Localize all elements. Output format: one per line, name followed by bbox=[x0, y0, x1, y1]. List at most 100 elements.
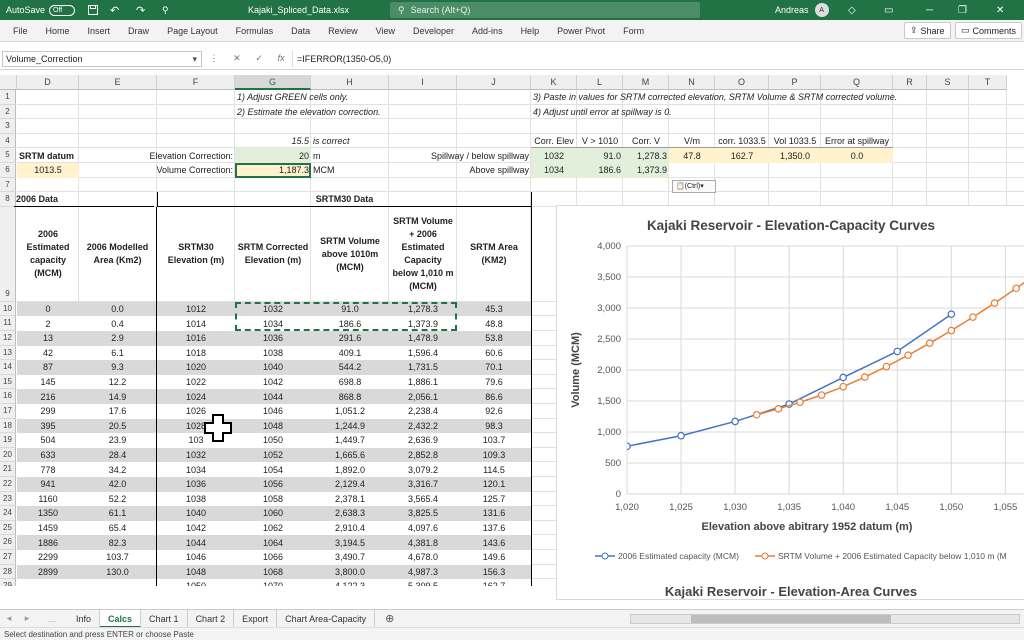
table-cell[interactable]: 3,316.7 bbox=[389, 477, 457, 492]
table-cell[interactable]: 0.0 bbox=[79, 301, 157, 317]
table-cell[interactable]: 409.1 bbox=[311, 345, 389, 361]
table-cell[interactable]: 1060 bbox=[235, 506, 311, 521]
column-header-k[interactable]: K bbox=[531, 75, 577, 90]
table-cell[interactable]: 0.4 bbox=[79, 316, 157, 331]
share-button[interactable]: ⇪ Share bbox=[904, 22, 951, 39]
table-cell[interactable]: 4,678.0 bbox=[389, 550, 457, 565]
spill-row2-cell[interactable]: 1,373.9 bbox=[623, 163, 669, 178]
table-cell[interactable]: 109.3 bbox=[457, 447, 531, 463]
column-header-d[interactable]: D bbox=[17, 75, 79, 90]
table-cell[interactable]: 4,097.6 bbox=[389, 520, 457, 536]
diamond-icon[interactable]: ◇ bbox=[848, 0, 856, 20]
table-cell[interactable]: 52.2 bbox=[79, 491, 157, 507]
row-header-19[interactable]: 19 bbox=[0, 433, 16, 448]
table-cell[interactable]: 1160 bbox=[17, 491, 79, 507]
table-cell[interactable]: 2899 bbox=[17, 564, 79, 580]
table-cell[interactable]: 1012 bbox=[157, 301, 235, 317]
column-header-q[interactable]: Q bbox=[821, 75, 893, 90]
table-cell[interactable]: 17.6 bbox=[79, 404, 157, 419]
table-cell[interactable]: 120.1 bbox=[457, 477, 531, 492]
table-cell[interactable]: 1,886.1 bbox=[389, 374, 457, 390]
minimize-icon[interactable]: ─ bbox=[926, 0, 933, 20]
spill-row1-cell[interactable]: 1032 bbox=[531, 148, 577, 163]
table-cell[interactable]: 6.1 bbox=[79, 345, 157, 361]
table-cell[interactable]: 1,731.5 bbox=[389, 360, 457, 375]
elevation-correction-input[interactable]: 20 bbox=[235, 148, 311, 163]
account[interactable]: Andreas A bbox=[775, 0, 829, 20]
save-icon[interactable] bbox=[88, 0, 98, 20]
table-cell[interactable]: 1459 bbox=[17, 520, 79, 536]
table-cell[interactable]: 1068 bbox=[235, 564, 311, 580]
table-cell[interactable]: 65.4 bbox=[79, 520, 157, 536]
row-header-26[interactable]: 26 bbox=[0, 535, 16, 550]
row-header-14[interactable]: 14 bbox=[0, 360, 16, 375]
column-header-t[interactable]: T bbox=[969, 75, 1007, 90]
table-cell[interactable]: 1350 bbox=[17, 506, 79, 521]
table-cell[interactable]: 1070 bbox=[235, 579, 311, 586]
table-cell[interactable]: 137.6 bbox=[457, 520, 531, 536]
column-header-h[interactable]: H bbox=[311, 75, 389, 90]
spill-row1-cell[interactable]: 162.7 bbox=[715, 148, 769, 163]
tab-formulas[interactable]: Formulas bbox=[227, 26, 283, 36]
row-header-1[interactable]: 1 bbox=[0, 90, 16, 105]
table-cell[interactable]: 1066 bbox=[235, 550, 311, 565]
column-header-l[interactable]: L bbox=[577, 75, 623, 90]
scroll-thumb[interactable] bbox=[691, 615, 891, 623]
table-cell[interactable]: 28.4 bbox=[79, 447, 157, 463]
table-cell[interactable]: 1024 bbox=[157, 389, 235, 404]
column-header-o[interactable]: O bbox=[715, 75, 769, 90]
horizontal-scrollbar[interactable] bbox=[630, 614, 1020, 624]
table-cell[interactable]: 1,478.9 bbox=[389, 331, 457, 346]
table-cell[interactable]: 2299 bbox=[17, 550, 79, 565]
table-cell[interactable]: 1048 bbox=[157, 564, 235, 580]
table-cell[interactable]: 2,638.3 bbox=[311, 506, 389, 521]
spill-row2-cell[interactable] bbox=[821, 163, 893, 178]
table-cell[interactable]: 1,051.2 bbox=[311, 404, 389, 419]
tab-help[interactable]: Help bbox=[512, 26, 549, 36]
table-cell[interactable]: 4,122.3 bbox=[311, 579, 389, 586]
sheet-tab-chart-area-capacity[interactable]: Chart Area-Capacity bbox=[277, 609, 376, 628]
tab-developer[interactable]: Developer bbox=[404, 26, 463, 36]
column-header-e[interactable]: E bbox=[79, 75, 157, 90]
sheet-tab-export[interactable]: Export bbox=[234, 609, 278, 628]
row-header-6[interactable]: 6 bbox=[0, 163, 16, 178]
sheet-tab-calcs[interactable]: Calcs bbox=[100, 609, 142, 628]
table-cell[interactable]: 504 bbox=[17, 433, 79, 448]
spill-row2-cell[interactable]: 186.6 bbox=[577, 163, 623, 178]
table-cell[interactable]: 1014 bbox=[157, 316, 235, 331]
spill-row2-cell[interactable] bbox=[715, 163, 769, 178]
more-sheets-icon[interactable]: … bbox=[36, 614, 68, 624]
table-cell[interactable]: 1036 bbox=[235, 331, 311, 346]
table-cell[interactable]: 3,800.0 bbox=[311, 564, 389, 580]
row-header-18[interactable]: 18 bbox=[0, 418, 16, 434]
table-cell[interactable]: 79.6 bbox=[457, 374, 531, 390]
row-header-21[interactable]: 21 bbox=[0, 462, 16, 477]
autosave-control[interactable]: AutoSave Off bbox=[6, 0, 76, 20]
spill-row2-cell[interactable] bbox=[669, 163, 715, 178]
table-cell[interactable]: 130.0 bbox=[79, 564, 157, 580]
tab-form[interactable]: Form bbox=[614, 26, 653, 36]
sheet-tab-chart-1[interactable]: Chart 1 bbox=[141, 609, 188, 628]
row-header-23[interactable]: 23 bbox=[0, 491, 16, 507]
table-cell[interactable]: 2,432.2 bbox=[389, 418, 457, 434]
tab-power-pivot[interactable]: Power Pivot bbox=[548, 26, 614, 36]
column-header-i[interactable]: I bbox=[389, 75, 457, 90]
row-header-27[interactable]: 27 bbox=[0, 550, 16, 565]
row-header-16[interactable]: 16 bbox=[0, 389, 16, 404]
table-cell[interactable]: 53.8 bbox=[457, 331, 531, 346]
table-cell[interactable]: 23.9 bbox=[79, 433, 157, 448]
tab-home[interactable]: Home bbox=[37, 26, 79, 36]
table-cell[interactable]: 1052 bbox=[235, 447, 311, 463]
row-header-9[interactable]: 9 bbox=[0, 206, 16, 302]
table-cell[interactable]: 143.6 bbox=[457, 535, 531, 550]
table-cell[interactable]: 1036 bbox=[157, 477, 235, 492]
cancel-icon[interactable]: ✕ bbox=[233, 53, 241, 64]
spill-row1-cell[interactable]: 1,350.0 bbox=[769, 148, 821, 163]
restore-icon[interactable]: ❐ bbox=[958, 0, 967, 20]
elevation-capacity-chart[interactable]: Kajaki Reservoir - Elevation-Capacity Cu… bbox=[556, 205, 1024, 600]
table-cell[interactable]: 2,129.4 bbox=[311, 477, 389, 492]
table-cell[interactable]: 291.6 bbox=[311, 331, 389, 346]
table-cell[interactable]: 1,892.0 bbox=[311, 462, 389, 477]
table-cell[interactable]: 3,825.5 bbox=[389, 506, 457, 521]
quick-access-icon[interactable]: ⚲ bbox=[162, 0, 169, 20]
